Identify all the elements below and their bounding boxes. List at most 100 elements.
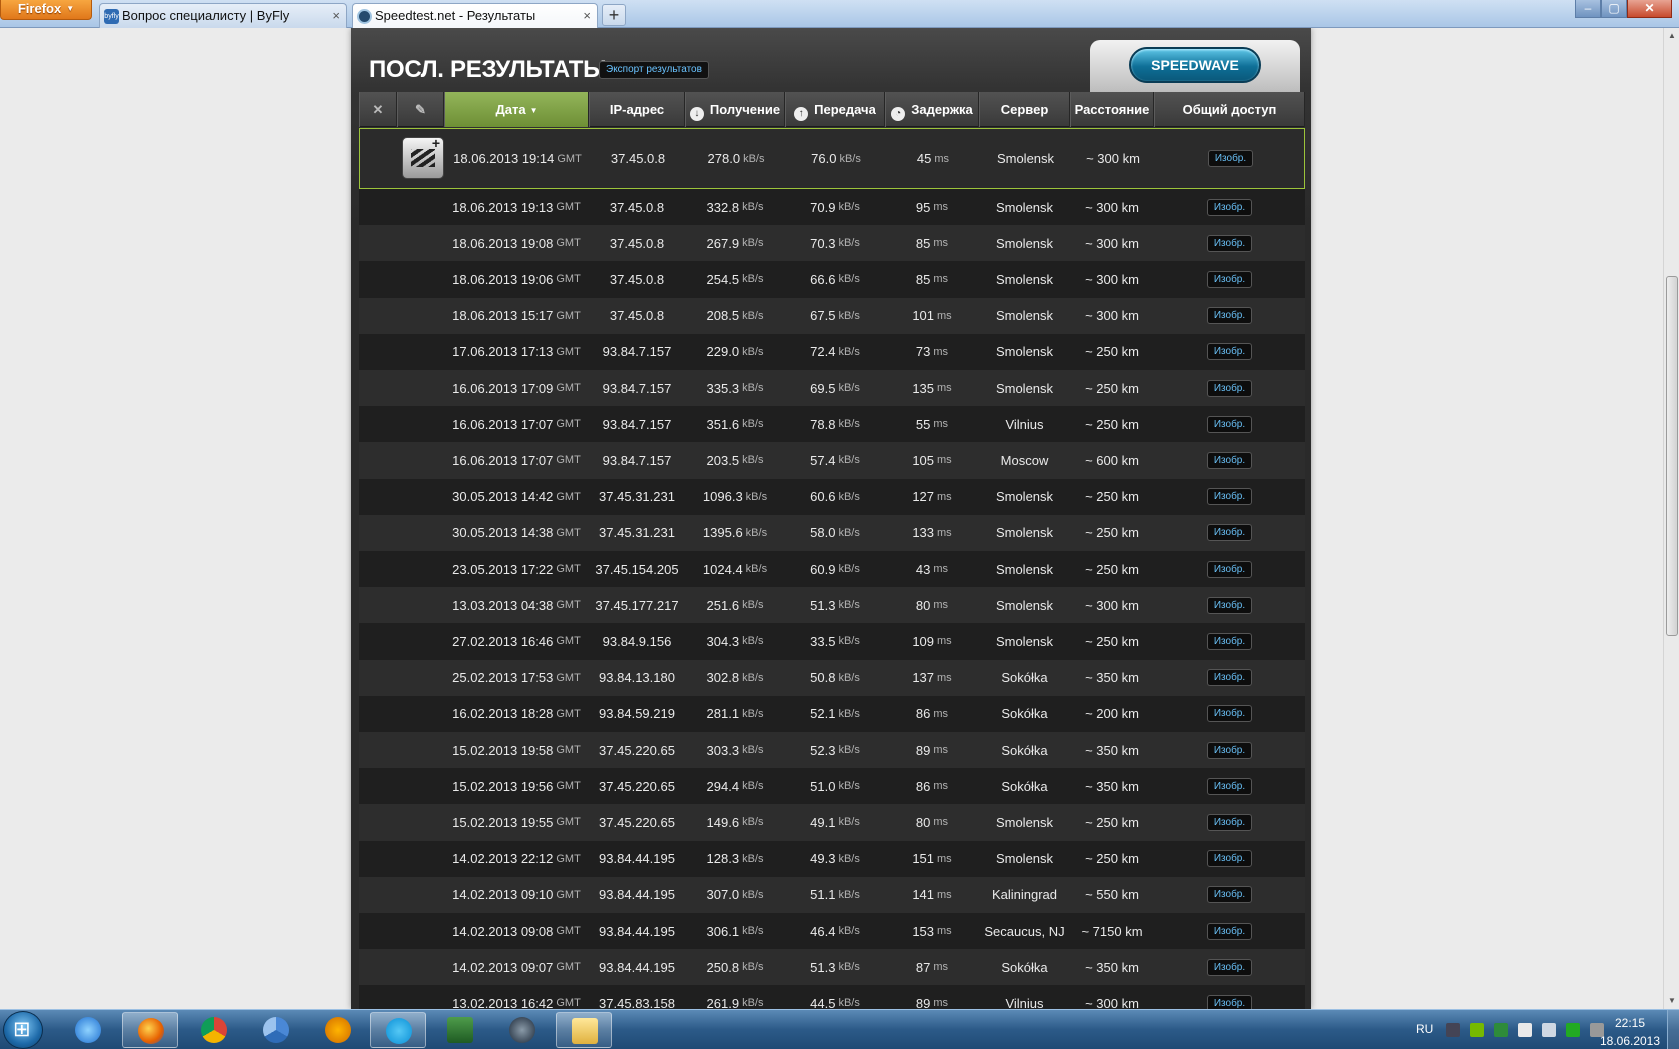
table-row[interactable]: 27.02.2013 16:46 GMT 93.84.9.156 304.3 kB/s 3… [359, 623, 1305, 660]
image-button[interactable]: Изобр. [1206, 307, 1253, 325]
close-tab-icon[interactable]: × [583, 4, 591, 28]
image-button[interactable]: Изобр. [1206, 994, 1253, 1009]
image-button[interactable]: Изобр. [1206, 813, 1253, 831]
taskbar-skype-icon[interactable] [370, 1012, 426, 1048]
table-row[interactable]: 23.05.2013 17:22 GMT 37.45.154.205 1024.4 kB… [359, 551, 1305, 588]
taskbar-steam-icon[interactable] [494, 1012, 550, 1048]
table-row[interactable]: 16.06.2013 17:09 GMT 93.84.7.157 335.3 kB/s 6… [359, 370, 1305, 407]
vertical-scrollbar[interactable]: ▲ ▼ [1663, 28, 1679, 1009]
table-row[interactable]: 30.05.2013 14:38 GMT 37.45.31.231 1395.6 kB/… [359, 514, 1305, 551]
language-indicator[interactable]: RU [1416, 1022, 1433, 1036]
share-result-icon[interactable] [402, 135, 444, 179]
image-button[interactable]: Изобр. [1206, 488, 1253, 506]
image-button[interactable]: Изобр. [1206, 198, 1253, 216]
taskbar-chrome-icon[interactable] [186, 1012, 242, 1048]
steam-tray-icon[interactable] [1446, 1023, 1460, 1037]
delete-column-header[interactable]: ✕ [359, 92, 397, 127]
maximize-button[interactable]: ▢ [1601, 0, 1627, 18]
column-header-share[interactable]: Общий доступ [1154, 92, 1305, 127]
table-row[interactable]: 14.02.2013 09:08 GMT 93.84.44.195 306.1 kB/s… [359, 913, 1305, 950]
table-row[interactable]: 18.06.2013 19:08 GMT 37.45.0.8 267.9 kB/s 70.… [359, 225, 1305, 262]
table-row[interactable]: 13.02.2013 16:42 GMT 37.45.83.158 261.9 kB/s… [359, 985, 1305, 1009]
cell-unit: ms [933, 816, 949, 829]
clock-time[interactable]: 22:15 [1600, 1016, 1660, 1030]
image-button[interactable]: Изобр. [1206, 596, 1253, 614]
table-row[interactable]: 17.06.2013 17:13 GMT 93.84.7.157 229.0 kB/s 7… [359, 333, 1305, 370]
nvidia-tray-icon[interactable] [1470, 1023, 1484, 1037]
image-button[interactable]: Изобр. [1206, 850, 1253, 868]
image-button[interactable]: Изобр. [1206, 451, 1253, 469]
table-row[interactable]: 18.06.2013 19:13 GMT 37.45.0.8 332.8 kB/s 70.… [359, 189, 1305, 226]
image-button[interactable]: Изобр. [1206, 777, 1253, 795]
image-button[interactable]: Изобр. [1206, 524, 1253, 542]
column-header-distance[interactable]: Расстояние [1070, 92, 1154, 127]
image-button[interactable]: Изобр. [1206, 958, 1253, 976]
taskbar-chromium-icon[interactable] [248, 1012, 304, 1048]
table-row[interactable]: 14.02.2013 22:12 GMT 93.84.44.195 128.3 kB/s… [359, 840, 1305, 877]
taskbar-explorer-icon[interactable] [556, 1012, 612, 1048]
column-header-download[interactable]: ↓ Получение [685, 92, 785, 127]
table-row[interactable]: 25.02.2013 17:53 GMT 93.84.13.180 302.8 kB/s… [359, 659, 1305, 696]
column-header-date[interactable]: Дата ▼ [444, 92, 589, 127]
speedwave-button[interactable]: SPEEDWAVE [1129, 47, 1261, 83]
image-button[interactable]: Изобр. [1206, 669, 1253, 687]
cell-server: Sokółka [979, 660, 1070, 696]
table-row[interactable]: 16.06.2013 17:07 GMT 93.84.7.157 203.5 kB/s 5… [359, 442, 1305, 479]
cell-value: 25.02.2013 17:53 [452, 670, 554, 686]
edit-column-header[interactable]: ✎ [397, 92, 444, 127]
image-button[interactable]: Изобр. [1206, 705, 1253, 723]
battery-tray-icon[interactable] [1494, 1023, 1508, 1037]
table-row[interactable]: 30.05.2013 14:42 GMT 37.45.31.231 1096.3 kB/… [359, 478, 1305, 515]
column-header-upload[interactable]: ↑ Передача [785, 92, 885, 127]
image-button[interactable]: Изобр. [1206, 415, 1253, 433]
scroll-down-icon[interactable]: ▼ [1664, 993, 1679, 1009]
new-tab-button[interactable]: + [602, 4, 626, 26]
close-tab-icon[interactable]: × [332, 4, 340, 28]
table-row[interactable]: 15.02.2013 19:58 GMT 37.45.220.65 303.3 kB/s… [359, 732, 1305, 769]
table-row[interactable]: 16.02.2013 18:28 GMT 93.84.59.219 281.1 kB/s… [359, 695, 1305, 732]
column-header-server[interactable]: Сервер [979, 92, 1070, 127]
table-row[interactable]: 18.06.2013 15:17 GMT 37.45.0.8 208.5 kB/s 67.… [359, 297, 1305, 334]
network-tray-icon[interactable] [1542, 1023, 1556, 1037]
table-row[interactable]: 16.06.2013 17:07 GMT 93.84.7.157 351.6 kB/s 7… [359, 406, 1305, 443]
taskbar-internet-explorer-icon[interactable] [60, 1012, 116, 1048]
cell-value: 51.3 [810, 959, 836, 975]
image-button[interactable]: Изобр. [1206, 886, 1253, 904]
image-button[interactable]: Изобр. [1206, 632, 1253, 650]
security-tray-icon[interactable] [1566, 1023, 1580, 1037]
taskbar-aimp-icon[interactable] [310, 1012, 366, 1048]
tab-speedtest[interactable]: Speedtest.net - Результаты × [352, 3, 598, 29]
column-header-ip[interactable]: IP-адрес [589, 92, 685, 127]
image-button[interactable]: Изобр. [1206, 343, 1253, 361]
table-row[interactable]: 18.06.2013 19:06 GMT 37.45.0.8 254.5 kB/s 66.… [359, 261, 1305, 298]
cell-value: 93.84.7.157 [602, 380, 672, 396]
clock-date[interactable]: 18.06.2013 [1597, 1034, 1663, 1048]
image-button[interactable]: Изобр. [1206, 741, 1253, 759]
table-row[interactable]: 13.03.2013 04:38 GMT 37.45.177.217 251.6 kB/… [359, 587, 1305, 624]
scrollbar-thumb[interactable] [1666, 276, 1678, 636]
table-row[interactable]: 14.02.2013 09:07 GMT 93.84.44.195 250.8 kB/s… [359, 949, 1305, 986]
image-button[interactable]: Изобр. [1206, 379, 1253, 397]
firefox-menu-button[interactable]: Firefox ▼ [0, 0, 92, 20]
column-header-latency[interactable]: ◔ Задержка [885, 92, 979, 127]
table-row[interactable]: 14.02.2013 09:10 GMT 93.84.44.195 307.0 kB/s… [359, 876, 1305, 913]
start-button[interactable] [3, 1011, 43, 1049]
taskbar-system-monitor-icon[interactable] [432, 1012, 488, 1048]
minimize-button[interactable]: – [1575, 0, 1601, 18]
table-row[interactable]: 18.06.2013 19:14GMT37.45.0.8278.0kB/s76.… [359, 128, 1305, 189]
tab-byfly[interactable]: byfly Вопрос специалисту | ByFly × [99, 3, 347, 28]
table-row[interactable]: 15.02.2013 19:55 GMT 37.45.220.65 149.6 kB/s… [359, 804, 1305, 841]
tab-title: Вопрос специалисту | ByFly [122, 8, 290, 23]
image-button[interactable]: Изобр. [1206, 270, 1253, 288]
image-button[interactable]: Изобр. [1206, 560, 1253, 578]
action-center-icon[interactable] [1518, 1023, 1532, 1037]
image-button[interactable]: Изобр. [1206, 922, 1253, 940]
table-row[interactable]: 15.02.2013 19:56 GMT 37.45.220.65 294.4 kB/s… [359, 768, 1305, 805]
image-button[interactable]: Изобр. [1207, 150, 1254, 167]
show-desktop-button[interactable] [1667, 1010, 1679, 1049]
scroll-up-icon[interactable]: ▲ [1664, 28, 1679, 44]
image-button[interactable]: Изобр. [1206, 234, 1253, 252]
taskbar-firefox-icon[interactable] [122, 1012, 178, 1048]
close-window-button[interactable]: ✕ [1627, 0, 1672, 18]
export-results-button[interactable]: Экспорт результатов [599, 61, 709, 79]
